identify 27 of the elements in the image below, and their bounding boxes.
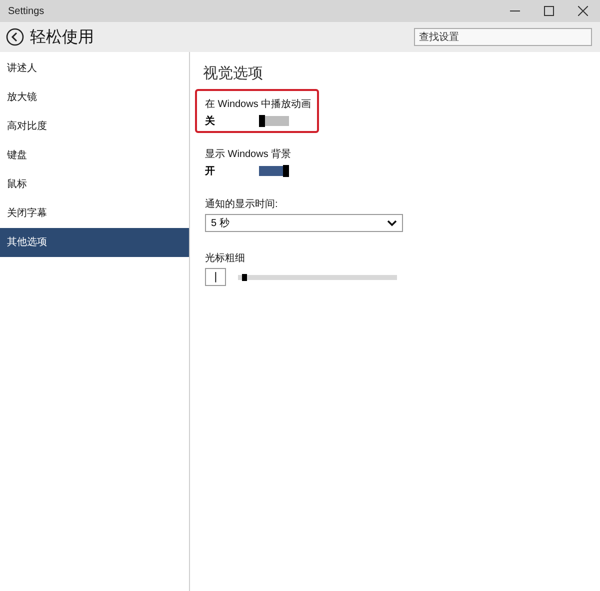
setting-label: 光标粗细 [205, 252, 245, 265]
setting-label: 显示 Windows 背景 [205, 148, 292, 161]
section-heading: 视觉选项 [203, 64, 264, 83]
page-title: 轻松使用 [30, 28, 94, 48]
sidebar-item[interactable]: 讲述人 [0, 54, 189, 83]
sidebar-item[interactable]: 键盘 [0, 141, 189, 170]
slider-track[interactable] [238, 274, 397, 280]
close-icon [578, 6, 588, 16]
maximize-icon [544, 6, 554, 16]
sidebar-item[interactable]: 高对比度 [0, 112, 189, 141]
sidebar-item[interactable]: 其他选项 [0, 228, 189, 257]
toggle-state-label: 关 [205, 114, 215, 128]
setting-label: 通知的显示时间: [205, 198, 278, 211]
toggle-switch[interactable] [259, 116, 289, 126]
toggle-switch[interactable] [259, 166, 289, 176]
sidebar-item[interactable]: 关闭字幕 [0, 199, 189, 228]
cursor-preview: | [205, 268, 226, 286]
back-button[interactable] [6, 28, 24, 46]
sidebar-item[interactable]: 鼠标 [0, 170, 189, 199]
search-field[interactable]: 查找设置 [414, 28, 592, 46]
chevron-down-icon [387, 220, 397, 226]
dropdown[interactable]: 5 秒 [205, 214, 403, 232]
setting-label: 在 Windows 中播放动画 [205, 98, 312, 111]
toggle-state-label: 开 [205, 165, 215, 178]
sidebar-item[interactable]: 放大镜 [0, 83, 189, 112]
slider-thumb[interactable] [242, 274, 247, 280]
window-title: Settings [7, 6, 44, 16]
